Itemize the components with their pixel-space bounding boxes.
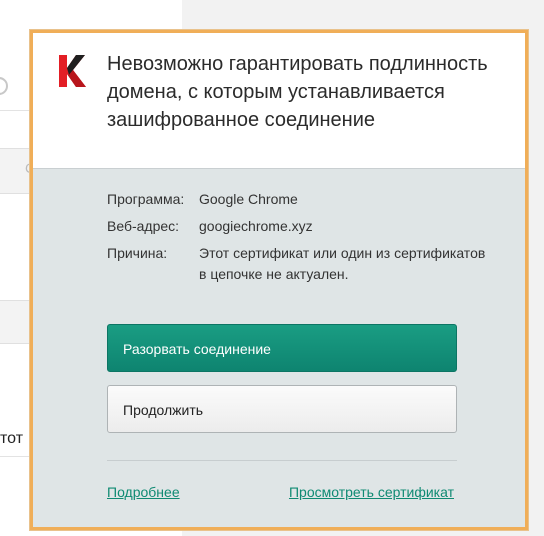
url-label: Веб-адрес: [107, 218, 180, 234]
program-value: Google Chrome [199, 191, 298, 207]
info-row-url: Веб-адрес: googiechrome.xyz [107, 216, 487, 237]
url-value: googiechrome.xyz [199, 218, 313, 234]
dialog-separator [107, 460, 457, 461]
security-warning-dialog: Невозможно гарантировать подлинность дом… [30, 30, 528, 530]
background-text-fragment: тот [0, 430, 24, 447]
break-connection-button[interactable]: Разорвать соединение [107, 324, 457, 372]
connection-info: Программа: Google Chrome Веб-адрес: goog… [107, 189, 487, 291]
view-certificate-link[interactable]: Просмотреть сертификат [289, 484, 454, 500]
reason-label: Причина: [107, 245, 168, 261]
more-details-link[interactable]: Подробнее [107, 484, 180, 500]
continue-button[interactable]: Продолжить [107, 385, 457, 433]
info-row-program: Программа: Google Chrome [107, 189, 487, 210]
info-row-reason: Причина: Этот сертификат или один из сер… [107, 243, 487, 285]
reason-value: Этот сертификат или один из сертификатов… [199, 245, 486, 282]
dialog-title: Невозможно гарантировать подлинность дом… [107, 53, 488, 131]
program-label: Программа: [107, 191, 185, 207]
kaspersky-k-logo-icon [59, 55, 86, 87]
background-circle-icon [0, 77, 8, 95]
dialog-header: Невозможно гарантировать подлинность дом… [33, 33, 525, 169]
